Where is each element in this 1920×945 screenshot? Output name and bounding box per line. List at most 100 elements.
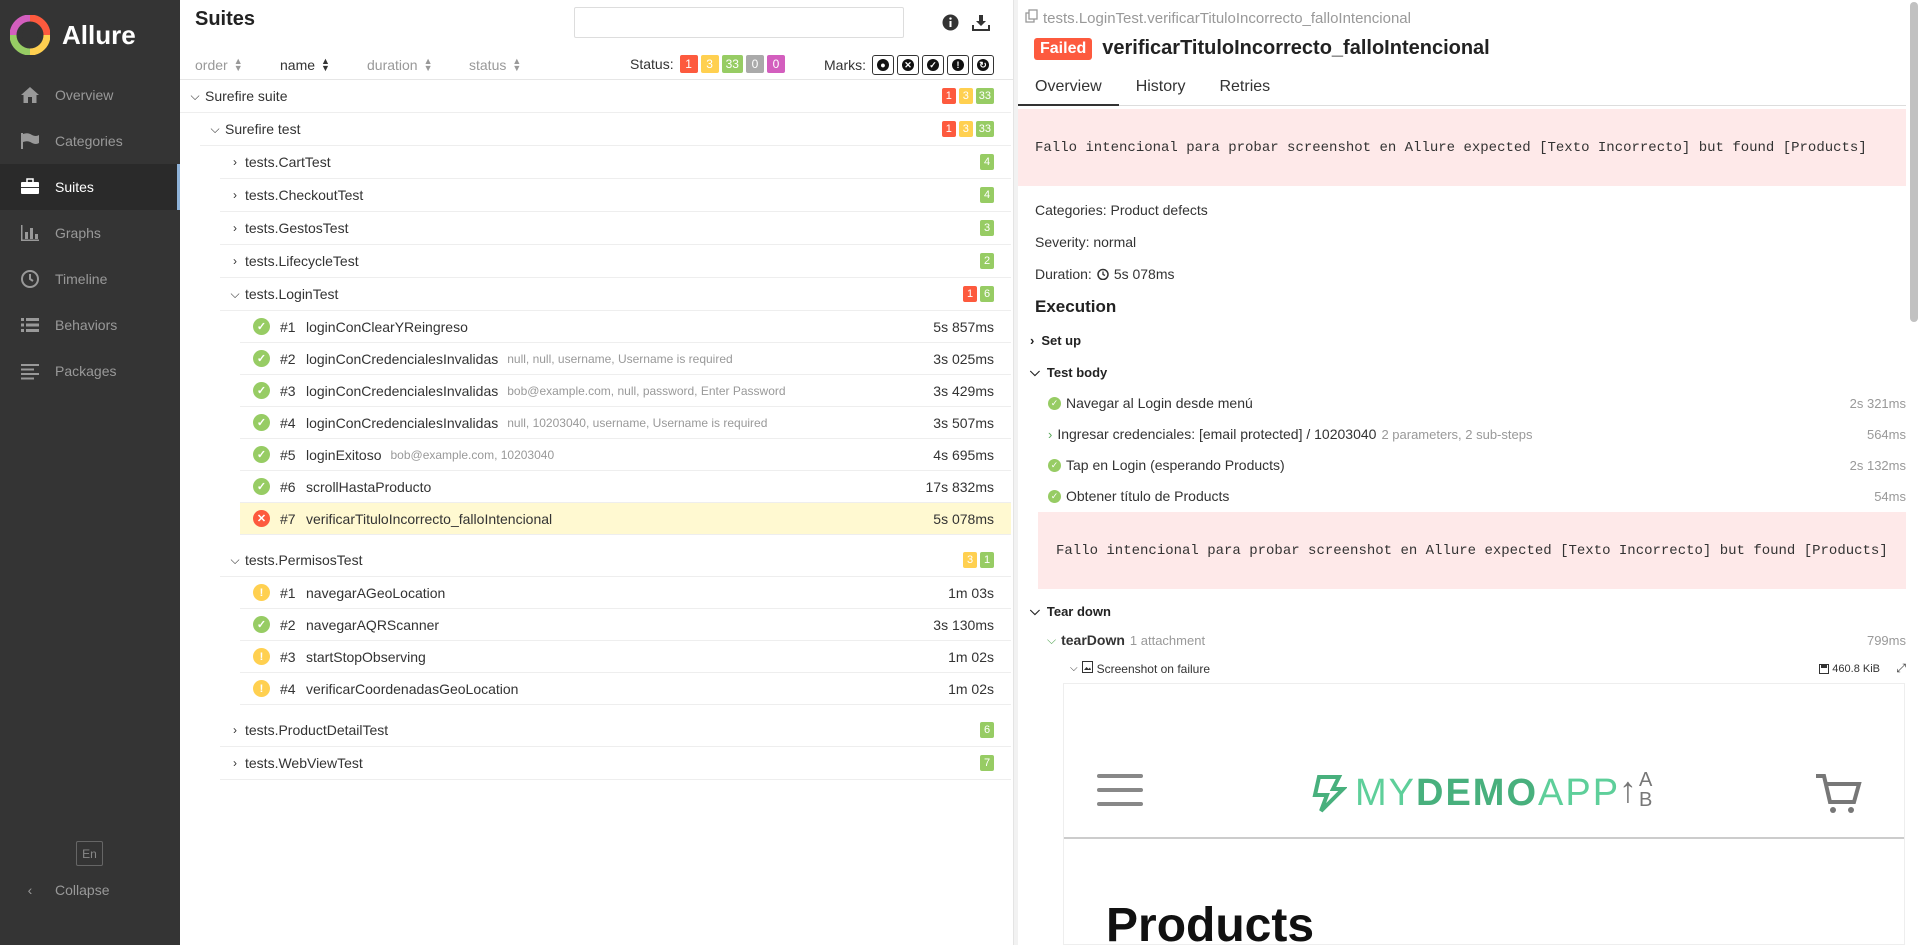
status-passed-toggle[interactable]: 33 <box>721 55 743 73</box>
brand[interactable]: Allure <box>0 0 180 70</box>
setup-section[interactable]: › Set up <box>1030 333 1081 348</box>
tree-node-cart-test[interactable]: › tests.CartTest 4 <box>220 146 1011 179</box>
chevron-right-icon: › <box>233 254 237 268</box>
sort-arrows-icon: ▲ ▼ <box>321 56 330 73</box>
test-body-section[interactable]: ⌵ Test body <box>1030 364 1107 380</box>
test-row[interactable]: ✓ #3 loginConCredencialesInvalidas bob@e… <box>240 375 1011 407</box>
stopwatch-icon <box>1097 268 1109 280</box>
sort-name[interactable]: name ▲ ▼ <box>280 56 330 74</box>
passed-step-icon: ✓ <box>1048 458 1061 472</box>
chevron-down-icon: ⌵ <box>1070 663 1078 674</box>
status-broken-toggle[interactable]: 3 <box>700 55 719 73</box>
breadcrumb: tests.LoginTest.verificarTituloIncorrect… <box>1025 9 1411 27</box>
chevron-down-icon: ⌵ <box>1030 364 1040 379</box>
passed-status-icon: ✓ <box>253 382 270 399</box>
flaky-mark-icon[interactable]: ● <box>872 55 894 75</box>
sidebar-item-behaviors[interactable]: Behaviors <box>0 302 180 348</box>
retries-mark-icon[interactable]: ↻ <box>972 55 994 75</box>
tree-node-login-test[interactable]: ⌵ tests.LoginTest 1 6 <box>220 278 1011 311</box>
test-row[interactable]: ✓ #5 loginExitoso bob@example.com, 10203… <box>240 439 1011 471</box>
sidebar-item-packages[interactable]: Packages <box>0 348 180 394</box>
test-row[interactable]: ! #1 navegarAGeoLocation 1m 03s <box>240 577 1011 609</box>
tab-overview[interactable]: Overview <box>1018 72 1119 106</box>
sidebar-item-overview[interactable]: Overview <box>0 72 180 118</box>
test-row[interactable]: ✓ #6 scrollHastaProducto 17s 832ms <box>240 471 1011 503</box>
menu-icon <box>1097 774 1143 806</box>
count-passed: 4 <box>980 187 994 203</box>
attachment-name: Screenshot on failure <box>1096 661 1210 676</box>
step-row[interactable]: ✓ Navegar al Login desde menú 2s 321ms <box>1048 395 1906 411</box>
test-title-row: Failed verificarTituloIncorrecto_falloIn… <box>1034 37 1490 60</box>
tab-history[interactable]: History <box>1119 72 1203 106</box>
briefcase-icon <box>19 176 41 198</box>
copy-icon[interactable] <box>1025 9 1039 27</box>
sort-status[interactable]: status ▲ ▼ <box>469 57 521 74</box>
expand-icon[interactable]: ⤢ <box>1896 661 1906 676</box>
sidebar-item-categories[interactable]: Categories <box>0 118 180 164</box>
tree-node-webview-test[interactable]: › tests.WebViewTest 7 <box>220 747 1011 780</box>
chevron-right-icon: › <box>233 756 237 770</box>
test-row[interactable]: ✓ #2 navegarAQRScanner 3s 130ms <box>240 609 1011 641</box>
attachment-row[interactable]: ⌵ Screenshot on failure 460.8 KiB ⤢ <box>1070 661 1906 676</box>
collapse-label: Collapse <box>55 881 110 898</box>
node-label: Surefire test <box>225 121 301 137</box>
new-failed-mark-icon[interactable]: ✕ <box>897 55 919 75</box>
tree-node-permisos-test[interactable]: ⌵ tests.PermisosTest 3 1 <box>220 544 1011 577</box>
status-unknown-toggle[interactable]: 0 <box>766 55 785 73</box>
count-passed: 33 <box>975 121 994 137</box>
teardown-section[interactable]: ⌵ Tear down <box>1030 603 1111 619</box>
sidebar-item-label: Timeline <box>55 271 108 287</box>
test-row-selected[interactable]: ✕ #7 verificarTituloIncorrecto_falloInte… <box>240 503 1011 535</box>
teardown-step-row[interactable]: ⌵ tearDown 1 attachment 799ms <box>1047 632 1906 648</box>
step-row[interactable]: ✓ Obtener título de Products 54ms <box>1048 488 1906 504</box>
tree-node-surefire-suite[interactable]: ⌵ Surefire suite 1 3 33 <box>180 80 1011 113</box>
download-icon[interactable] <box>971 12 991 32</box>
count-broken: 3 <box>958 88 973 104</box>
tree-node-lifecycle-test[interactable]: › tests.LifecycleTest 2 <box>220 245 1011 278</box>
test-row[interactable]: ! #4 verificarCoordenadasGeoLocation 1m … <box>240 673 1011 705</box>
sort-duration[interactable]: duration ▲ ▼ <box>367 57 433 74</box>
sidebar-item-suites[interactable]: Suites <box>0 164 180 210</box>
tree-node-checkout-test[interactable]: › tests.CheckoutTest 4 <box>220 179 1011 212</box>
status-failed-toggle[interactable]: 1 <box>679 55 698 73</box>
align-left-icon <box>19 360 41 382</box>
collapse-button[interactable]: ‹ Collapse <box>19 877 110 902</box>
count-broken: 3 <box>958 121 973 137</box>
sidebar-item-timeline[interactable]: Timeline <box>0 256 180 302</box>
node-label: tests.CartTest <box>245 154 331 170</box>
tree-node-surefire-test[interactable]: ⌵ Surefire test 1 3 33 <box>200 113 1011 146</box>
test-row[interactable]: ✓ #4 loginConCredencialesInvalidas null,… <box>240 407 1011 439</box>
test-number: #2 <box>280 616 296 633</box>
tab-retries[interactable]: Retries <box>1202 72 1287 106</box>
count-failed: 1 <box>941 88 956 104</box>
sort-order[interactable]: order ▲ ▼ <box>195 57 243 74</box>
cart-icon <box>1814 772 1862 819</box>
marks-label: Marks: <box>824 57 866 73</box>
info-icon[interactable] <box>940 12 960 32</box>
logo-part: APP <box>1538 772 1621 814</box>
scrollbar[interactable] <box>1910 2 1918 322</box>
step-row[interactable]: › Ingresar credenciales: [email protecte… <box>1048 426 1906 442</box>
test-row[interactable]: ✓ #2 loginConCredencialesInvalidas null,… <box>240 343 1011 375</box>
sidebar-item-graphs[interactable]: Graphs <box>0 210 180 256</box>
step-row[interactable]: ✓ Tap en Login (esperando Products) 2s 1… <box>1048 457 1906 473</box>
test-params: bob@example.com, 10203040 <box>390 447 555 462</box>
marks-filter: Marks: ● ✕ ✓ ! ↻ <box>824 55 994 75</box>
node-counts: 3 <box>980 220 994 236</box>
chevron-down-icon: ⌵ <box>230 286 240 301</box>
test-duration: 3s 130ms <box>933 616 994 633</box>
test-row[interactable]: ✓ #1 loginConClearYReingreso 5s 857ms <box>240 311 1011 343</box>
new-passed-mark-icon[interactable]: ✓ <box>922 55 944 75</box>
status-skipped-toggle[interactable]: 0 <box>745 55 764 73</box>
step-meta: 2 parameters, 2 sub-steps <box>1381 426 1533 442</box>
language-button[interactable]: En <box>76 841 103 866</box>
test-row[interactable]: ! #3 startStopObserving 1m 02s <box>240 641 1011 673</box>
tree-node-gestos-test[interactable]: › tests.GestosTest 3 <box>220 212 1011 245</box>
test-number: #1 <box>280 318 296 335</box>
new-broken-mark-icon[interactable]: ! <box>947 55 969 75</box>
test-number: #6 <box>280 478 296 495</box>
test-number: #3 <box>280 382 296 399</box>
tree-node-productdetail-test[interactable]: › tests.ProductDetailTest 6 <box>220 714 1011 747</box>
search-input[interactable] <box>574 7 904 38</box>
step-error-message: Fallo intencional para probar screenshot… <box>1038 512 1906 589</box>
